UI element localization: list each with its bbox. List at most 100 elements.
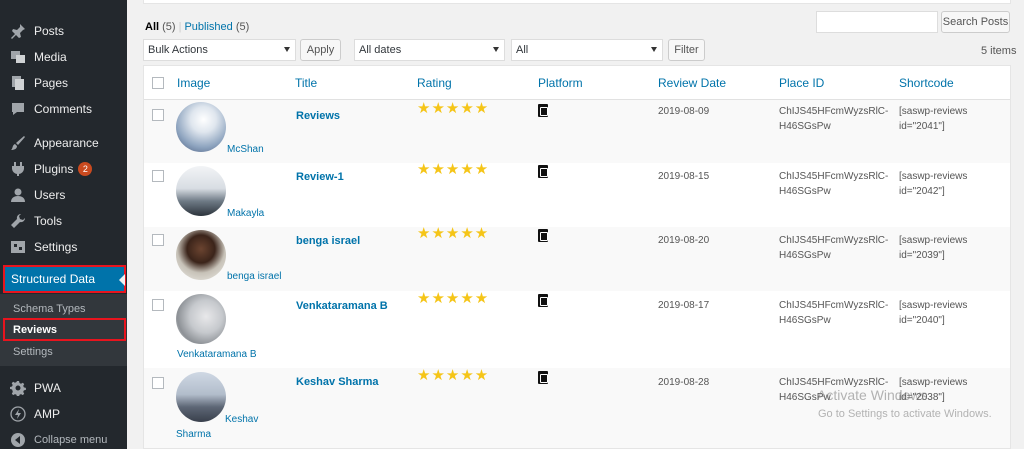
wrench-icon	[9, 212, 27, 230]
bulk-actions-select[interactable]: Bulk Actions	[143, 39, 296, 61]
collapse-icon	[9, 431, 27, 449]
menu-collapse[interactable]: Collapse menu	[0, 427, 127, 449]
menu-tools[interactable]: Tools	[0, 208, 127, 234]
review-title[interactable]: Keshav Sharma	[296, 376, 379, 388]
reviewer-name-last[interactable]: Sharma	[176, 429, 211, 440]
menu-pages[interactable]: Pages	[0, 70, 127, 96]
menu-pwa[interactable]: PWA	[0, 375, 127, 401]
star-rating: ★★★★★	[417, 367, 490, 384]
google-platform-icon	[538, 229, 548, 242]
review-title[interactable]: Review-1	[296, 171, 344, 183]
star-rating: ★★★★★	[417, 161, 490, 178]
admin-sidebar: Posts Media Pages Comments Appearance Pl…	[0, 0, 127, 449]
review-title[interactable]: Venkataramana B	[296, 300, 388, 312]
submenu-reviews[interactable]: Reviews	[13, 324, 57, 336]
column-header-shortcode[interactable]: Shortcode	[899, 76, 954, 90]
menu-pages-label: Pages	[34, 76, 69, 90]
row-checkbox[interactable]	[152, 377, 164, 389]
platform-filter-select[interactable]: All	[511, 39, 663, 61]
column-header-title[interactable]: Title	[295, 76, 317, 90]
shortcode-line-2: id="2040"]	[899, 315, 945, 326]
star-rating: ★★★★★	[417, 100, 490, 117]
main-content: All (5) | Published (5) Search Posts Bulk …	[127, 0, 1024, 449]
review-date: 2019-08-09	[658, 106, 710, 117]
select-all-checkbox[interactable]	[152, 77, 164, 89]
reviewer-avatar	[176, 372, 226, 422]
google-platform-icon	[538, 165, 548, 178]
review-date: 2019-08-28	[658, 377, 710, 388]
menu-collapse-label: Collapse menu	[34, 434, 108, 446]
items-count: 5 items	[981, 45, 1017, 57]
pushpin-icon	[9, 22, 27, 40]
status-filter-links: All (5) | Published (5)	[145, 21, 250, 33]
media-icon	[9, 48, 27, 66]
menu-pwa-label: PWA	[34, 381, 61, 395]
reviewer-avatar	[176, 166, 226, 216]
date-filter-select[interactable]: All dates	[354, 39, 505, 61]
pages-icon	[9, 74, 27, 92]
submenu-settings[interactable]: Settings	[13, 346, 53, 358]
reviewer-name[interactable]: benga israel	[227, 271, 281, 282]
menu-comments[interactable]: Comments	[0, 96, 127, 122]
shortcode-line-1: [saswp-reviews	[899, 235, 968, 246]
menu-posts-label: Posts	[34, 24, 65, 38]
place-id-line-1: ChIJS45HFcmWyzsRlC-	[779, 171, 889, 182]
column-header-image[interactable]: Image	[177, 76, 210, 90]
menu-media[interactable]: Media	[0, 44, 127, 70]
filter-published-link[interactable]: Published (5)	[184, 21, 249, 33]
activate-windows-subtitle: Go to Settings to activate Windows.	[818, 408, 992, 420]
apply-button[interactable]: Apply	[300, 39, 341, 61]
place-id-line-1: ChIJS45HFcmWyzsRlC-	[779, 106, 889, 117]
reviewer-name[interactable]: Makayla	[227, 208, 264, 219]
filter-all-link[interactable]: All (5)	[145, 21, 176, 33]
menu-plugins[interactable]: Plugins 2	[0, 156, 127, 182]
google-platform-icon	[538, 294, 548, 307]
place-id-line-2: H46SGsPw	[779, 250, 831, 261]
menu-posts[interactable]: Posts	[0, 18, 127, 44]
place-id-line-2: H46SGsPw	[779, 186, 831, 197]
menu-appearance-label: Appearance	[34, 136, 99, 150]
place-id-line-2: H46SGsPw	[779, 315, 831, 326]
column-header-platform[interactable]: Platform	[538, 76, 583, 90]
google-platform-icon	[538, 371, 548, 384]
plugin-icon	[9, 160, 27, 178]
row-checkbox[interactable]	[152, 109, 164, 121]
menu-amp[interactable]: AMP	[0, 401, 127, 427]
shortcode-line-1: [saswp-reviews	[899, 300, 968, 311]
column-header-place-id[interactable]: Place ID	[779, 76, 824, 90]
menu-settings[interactable]: Settings	[0, 234, 127, 260]
menu-plugins-label: Plugins	[34, 162, 74, 176]
review-date: 2019-08-17	[658, 300, 710, 311]
top-panel-edge	[143, 0, 1011, 4]
reviewer-name-first[interactable]: Keshav	[225, 414, 258, 425]
menu-users-label: Users	[34, 188, 66, 202]
row-checkbox[interactable]	[152, 170, 164, 182]
shortcode-line-2: id="2042"]	[899, 186, 945, 197]
plugins-update-badge: 2	[78, 162, 93, 176]
place-id-line-1: ChIJS45HFcmWyzsRlC-	[779, 235, 889, 246]
column-header-review-date[interactable]: Review Date	[658, 76, 726, 90]
chevron-down-icon	[493, 47, 499, 52]
reviewer-name[interactable]: McShan	[227, 144, 264, 155]
column-header-rating[interactable]: Rating	[417, 76, 452, 90]
menu-users[interactable]: Users	[0, 182, 127, 208]
google-platform-icon	[538, 104, 548, 117]
menu-appearance[interactable]: Appearance	[0, 130, 127, 156]
review-title[interactable]: Reviews	[296, 110, 340, 122]
paintbrush-icon	[9, 134, 27, 152]
search-posts-button[interactable]: Search Posts	[941, 11, 1010, 33]
row-checkbox[interactable]	[152, 299, 164, 311]
filter-button[interactable]: Filter	[668, 39, 705, 61]
row-checkbox[interactable]	[152, 234, 164, 246]
menu-structured-data[interactable]: Structured Data	[3, 265, 126, 299]
activate-windows-title: Activate Windows	[817, 387, 928, 403]
review-title[interactable]: benga israel	[296, 235, 360, 247]
reviewer-name[interactable]: Venkataramana B	[177, 349, 257, 360]
reviewer-avatar	[176, 294, 226, 344]
shortcode-line-1: [saswp-reviews	[899, 106, 968, 117]
shortcode-line-2: id="2039"]	[899, 250, 945, 261]
search-input[interactable]	[816, 11, 938, 33]
shortcode-line-1: [saswp-reviews	[899, 171, 968, 182]
reviewer-avatar	[176, 230, 226, 280]
submenu-schema-types[interactable]: Schema Types	[13, 303, 86, 315]
